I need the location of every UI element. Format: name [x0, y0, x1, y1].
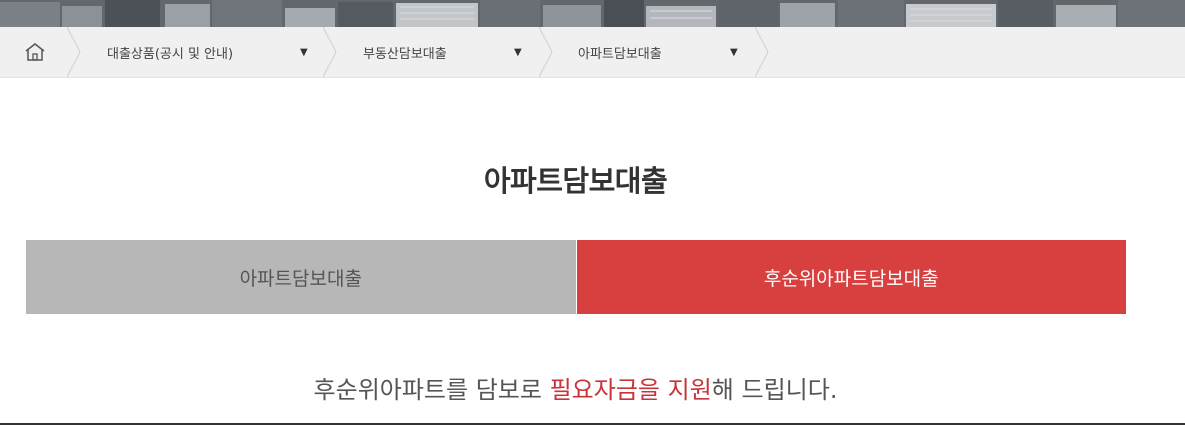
breadcrumb-separator [322, 27, 337, 77]
description-text: 해 드립니다. [711, 376, 838, 404]
tab-label: 아파트담보대출 [239, 267, 362, 290]
tab-subordinate-apartment-loan[interactable]: 후순위아파트담보대출 [575, 240, 1126, 314]
breadcrumb-separator [66, 27, 81, 77]
page: 대출상품(공시 및 안내) ▼ 부동산담보대출 ▼ 아파트담보대출 ▼ 아파트담… [0, 0, 1185, 425]
breadcrumb-item-loan-products[interactable]: 대출상품(공시 및 안내) ▼ [82, 27, 322, 77]
chevron-down-icon: ▼ [300, 46, 308, 58]
header-banner-image [0, 0, 1185, 27]
product-tabs: 아파트담보대출 후순위아파트담보대출 [26, 240, 1126, 314]
tab-apartment-loan[interactable]: 아파트담보대출 [26, 240, 576, 314]
description-highlight: 필요자금을 지원 [549, 376, 712, 404]
breadcrumb-item-label: 부동산담보대출 [363, 46, 447, 62]
breadcrumb-separator [754, 27, 769, 77]
page-title: 아파트담보대출 [483, 164, 668, 198]
chevron-down-icon: ▼ [730, 46, 738, 58]
tab-label: 후순위아파트담보대출 [763, 267, 939, 290]
breadcrumb-item-label: 아파트담보대출 [578, 46, 662, 62]
breadcrumb-home[interactable] [0, 27, 70, 77]
breadcrumb: 대출상품(공시 및 안내) ▼ 부동산담보대출 ▼ 아파트담보대출 ▼ [0, 27, 1185, 78]
breadcrumb-item-real-estate-loan[interactable]: 부동산담보대출 ▼ [338, 27, 538, 77]
breadcrumb-item-apartment-loan[interactable]: 아파트담보대출 ▼ [554, 27, 754, 77]
product-description: 후순위아파트를 담보로 필요자금을 지원해 드립니다. [0, 370, 1151, 405]
home-icon [25, 43, 45, 61]
chevron-down-icon: ▼ [514, 46, 522, 58]
description-text: 후순위아파트를 담보로 [313, 376, 550, 404]
breadcrumb-item-label: 대출상품(공시 및 안내) [107, 46, 234, 62]
breadcrumb-separator [538, 27, 553, 77]
